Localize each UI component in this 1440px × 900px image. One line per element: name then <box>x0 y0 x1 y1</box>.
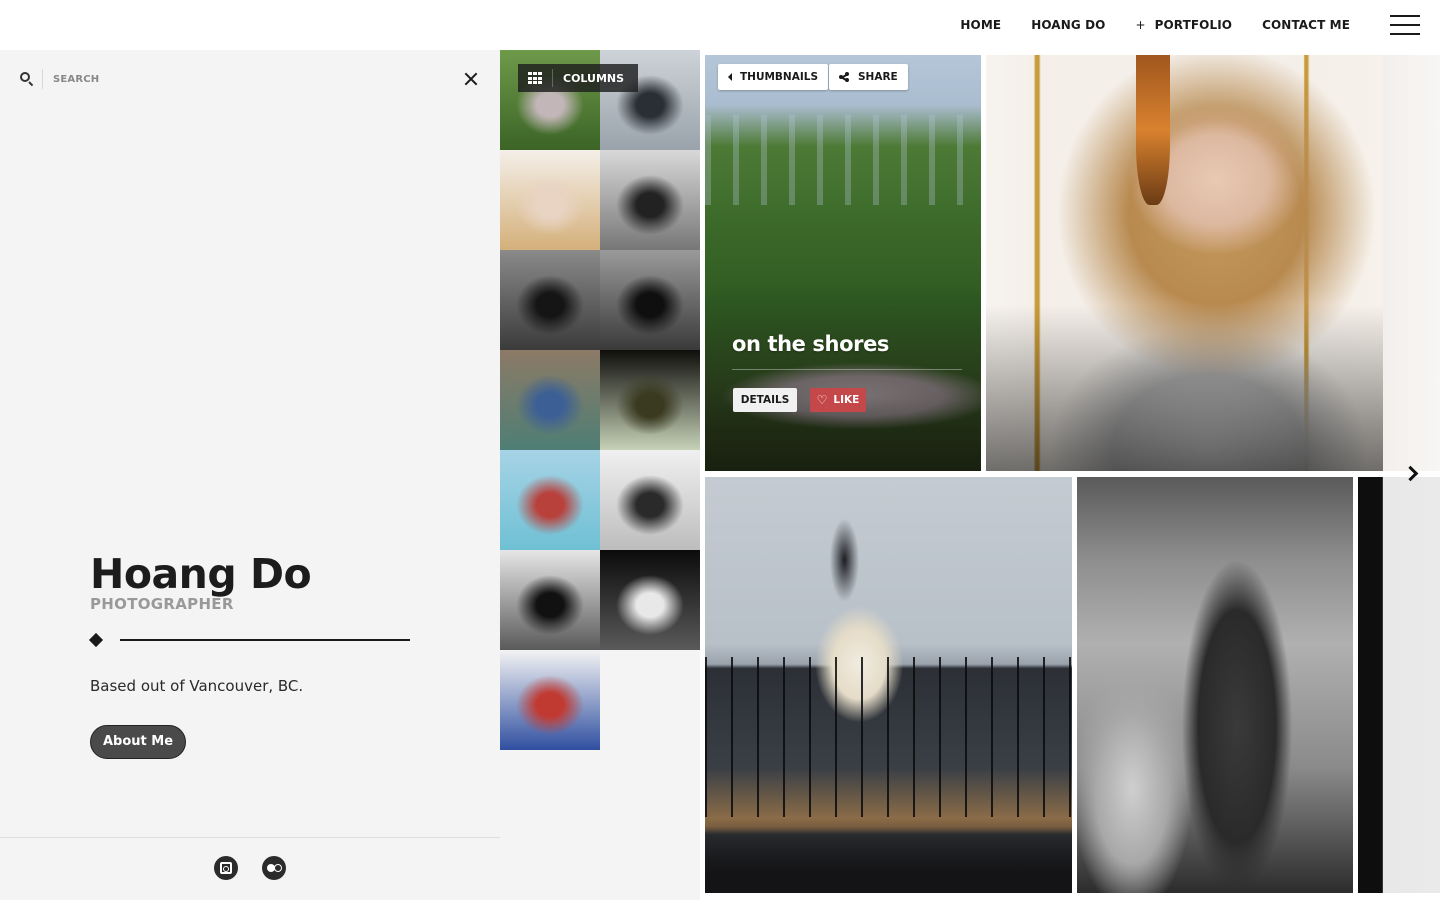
thumbnail-chapel-interior-bw[interactable] <box>600 250 700 350</box>
like-button[interactable]: ♡ LIKE <box>810 388 866 412</box>
nav-contact-me[interactable]: CONTACT ME <box>1262 18 1350 32</box>
main-nav: HOME HOANG DO + PORTFOLIO CONTACT ME <box>960 0 1350 50</box>
nav-home-label: HOME <box>960 18 1002 32</box>
thumbnail-grid <box>500 50 700 900</box>
photo-next-faded-top[interactable] <box>1383 55 1440 471</box>
thumbnails-label: THUMBNAILS <box>740 71 819 83</box>
hamburger-icon[interactable] <box>1390 15 1420 35</box>
instagram-icon[interactable] <box>214 856 238 880</box>
photo-wedding-bw[interactable] <box>1077 477 1353 893</box>
plus-icon: + <box>1135 18 1146 32</box>
share-icon <box>839 72 849 82</box>
close-icon[interactable] <box>462 70 480 88</box>
caret-left-icon <box>728 73 732 81</box>
columns-button[interactable]: COLUMNS <box>518 64 638 92</box>
photo-next-faded-bottom[interactable] <box>1358 477 1440 893</box>
grid-icon <box>528 72 542 84</box>
share-button[interactable]: SHARE <box>829 64 908 90</box>
thumbnail-blonde-woman-portrait[interactable] <box>500 150 600 250</box>
nav-portfolio-label: PORTFOLIO <box>1154 18 1233 32</box>
nav-home[interactable]: HOME <box>960 18 1001 32</box>
search-separator <box>42 69 43 89</box>
sidebar: Hoang Do PHOTOGRAPHER Based out of Vanco… <box>0 50 500 900</box>
thumbnail-jiu-jitsu-match[interactable] <box>500 650 600 750</box>
social-footer <box>0 837 500 900</box>
profile-bio: Based out of Vancouver, BC. <box>90 677 304 695</box>
divider <box>88 631 420 651</box>
thumbnail-woman-tongue-out-bw[interactable] <box>600 550 700 650</box>
thumbnail-dancing-couple-bw[interactable] <box>500 250 600 350</box>
thumbnail-grandparents-with-baby[interactable] <box>500 350 600 450</box>
share-label: SHARE <box>858 71 898 83</box>
search-icon[interactable] <box>20 72 34 87</box>
thumbnail-white-flower[interactable] <box>600 350 700 450</box>
nav-hoang-do-label: HOANG DO <box>1031 18 1106 32</box>
columns-label: COLUMNS <box>563 71 625 85</box>
nav-contact-label: CONTACT ME <box>1262 18 1350 32</box>
photo-woman-railing[interactable] <box>705 477 1072 893</box>
profile-name: Hoang Do <box>90 550 312 598</box>
details-button[interactable]: DETAILS <box>733 388 797 412</box>
search-input[interactable] <box>53 73 433 85</box>
nav-portfolio[interactable]: + PORTFOLIO <box>1135 18 1232 32</box>
thumbnail-musicians-bw[interactable] <box>500 550 600 650</box>
top-header: HOME HOANG DO + PORTFOLIO CONTACT ME <box>0 0 1440 50</box>
search-bar <box>20 68 480 90</box>
about-me-button[interactable]: About Me <box>90 725 187 759</box>
divider-line <box>120 639 410 641</box>
caption-divider <box>732 369 962 370</box>
thumbnail-wedding-ceremony-bw[interactable] <box>600 150 700 250</box>
heart-icon: ♡ <box>816 393 828 407</box>
flickr-icon[interactable] <box>262 856 286 880</box>
columns-separator <box>552 69 553 87</box>
thumbnails-button[interactable]: THUMBNAILS <box>718 64 829 90</box>
photo-title: on the shores <box>732 332 890 356</box>
like-label: LIKE <box>833 394 860 406</box>
profile: Hoang Do PHOTOGRAPHER Based out of Vanco… <box>88 550 420 759</box>
thumbnail-PMP-sign-building[interactable] <box>500 450 600 550</box>
chevron-right-icon[interactable] <box>1404 465 1420 483</box>
diamond-icon <box>88 632 104 648</box>
photo-blonde-portrait[interactable] <box>986 55 1383 471</box>
thumbnail-silhouettes-bw[interactable] <box>600 450 700 550</box>
nav-hoang-do[interactable]: HOANG DO <box>1031 18 1105 32</box>
